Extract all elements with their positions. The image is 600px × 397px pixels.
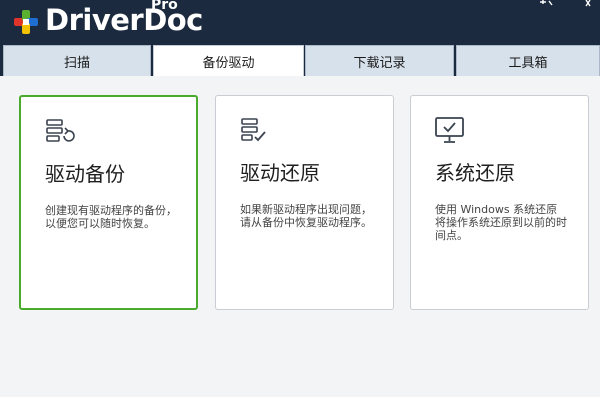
tab-download-history[interactable]: 下载记录 bbox=[305, 45, 454, 76]
card-title: 系统还原 bbox=[435, 161, 515, 185]
tab-toolbox[interactable]: 工具箱 bbox=[456, 45, 600, 76]
backup-restore-icon bbox=[46, 119, 75, 142]
tab-scan[interactable]: 扫描 bbox=[3, 45, 151, 76]
card-title: 驱动还原 bbox=[240, 161, 320, 185]
checklist-icon bbox=[241, 118, 266, 142]
monitor-check-icon bbox=[435, 117, 464, 143]
main-content: 驱动备份 创建现有驱动程序的备份，以便您可以随时恢复。 驱动还原 如果新驱动程序… bbox=[0, 76, 600, 397]
help-icon[interactable] bbox=[540, 0, 554, 8]
tab-bar: 扫描 备份驱动 下载记录 工具箱 bbox=[0, 45, 600, 77]
card-driver-backup[interactable]: 驱动备份 创建现有驱动程序的备份，以便您可以随时恢复。 bbox=[19, 95, 198, 310]
card-system-restore[interactable]: 系统还原 使用 Windows 系统还原将操作系统还原到以前的时间点。 bbox=[410, 95, 589, 310]
close-icon[interactable] bbox=[584, 0, 598, 8]
card-title: 驱动备份 bbox=[45, 162, 125, 186]
title-bar: DriverDoc Pro bbox=[0, 0, 600, 45]
card-description: 创建现有驱动程序的备份，以便您可以随时恢复。 bbox=[45, 204, 177, 230]
tab-backup-drivers[interactable]: 备份驱动 bbox=[153, 45, 304, 77]
card-description: 如果新驱动程序出现问题，请从备份中恢复驱动程序。 bbox=[240, 203, 372, 229]
app-brand-name: DriverDoc bbox=[45, 3, 203, 37]
card-driver-restore[interactable]: 驱动还原 如果新驱动程序出现问题，请从备份中恢复驱动程序。 bbox=[215, 95, 394, 310]
app-edition-label: Pro bbox=[151, 0, 178, 13]
plus-cross-logo-icon bbox=[14, 10, 38, 34]
card-description: 使用 Windows 系统还原将操作系统还原到以前的时间点。 bbox=[435, 203, 567, 242]
